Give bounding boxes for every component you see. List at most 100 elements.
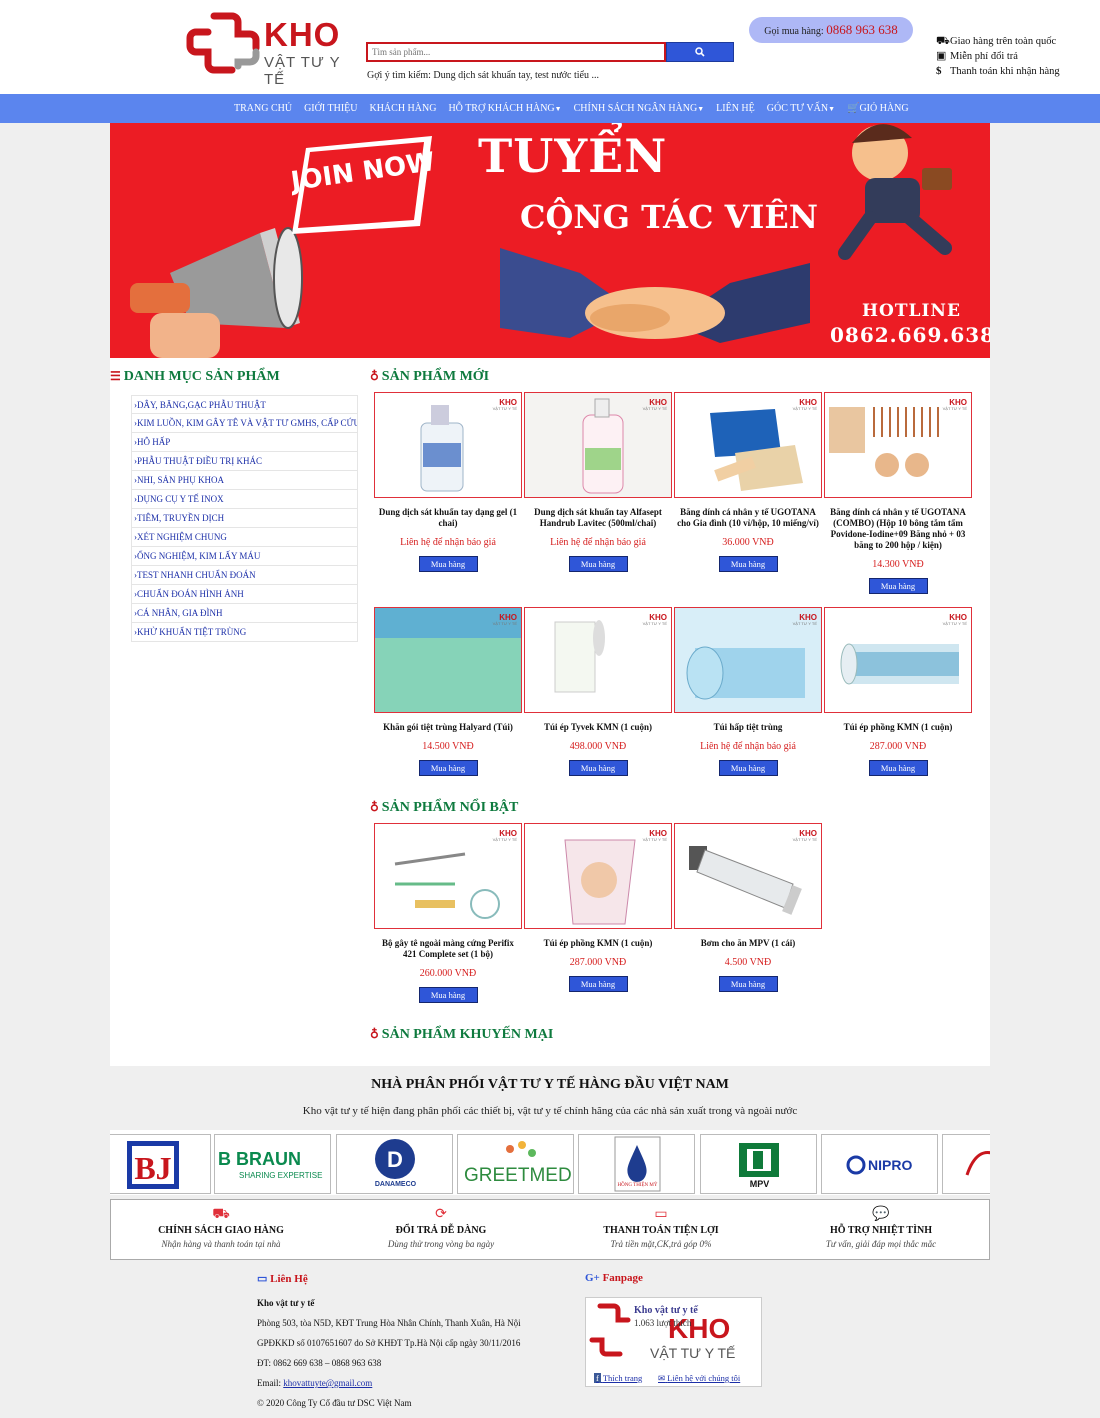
service-shipping[interactable]: ⛟ CHÍNH SÁCH GIAO HÀNG Nhận hàng và than… <box>111 1200 331 1259</box>
product-image[interactable]: KHO VẬT TƯ Y TẾ <box>674 392 822 498</box>
product-price: 498.000 VNĐ <box>569 741 627 752</box>
product-card[interactable]: KHO VẬT TƯ Y TẾ Băng dính cá nhân y tế UG… <box>824 392 972 594</box>
brand-logo[interactable]: B BRAUN SHARING EXPERTISE <box>214 1134 331 1194</box>
buy-button[interactable]: Mua hàng <box>418 760 478 776</box>
product-card[interactable]: KHO VẬT TƯ Y TẾ Dung dịch sát khuẩn tay d… <box>374 392 522 572</box>
nav-about[interactable]: GIỚI THIỆU <box>304 103 357 114</box>
contact-us-button[interactable]: ✉ Liên hệ với chúng tôi <box>658 1373 740 1384</box>
buy-button[interactable]: Mua hàng <box>418 556 478 572</box>
nav-cart[interactable]: 🛒GIỎ HÀNG <box>847 103 909 114</box>
nav-advice[interactable]: GÓC TƯ VẤN▼ <box>767 103 835 114</box>
category-item[interactable]: ›CHUẨN ĐOÁN HÌNH ẢNH <box>131 585 358 604</box>
category-item[interactable]: ›KIM LUỒN, KIM GÂY TÊ VÀ VẬT TƯ GMHS, CẤ… <box>131 414 358 433</box>
product-image[interactable]: KHO VẬT TƯ Y TẾ <box>524 392 672 498</box>
product-image[interactable]: KHO VẬT TƯ Y TẾ <box>374 823 522 929</box>
box-icon: ▣ <box>936 50 947 62</box>
category-item[interactable]: ›PHẪU THUẬT ĐIỀU TRỊ KHÁC <box>131 452 358 471</box>
brand-logo[interactable]: BJ <box>110 1134 211 1194</box>
category-item[interactable]: ›NHI, SẢN PHỤ KHOA <box>131 471 358 490</box>
brand-logo[interactable]: D DANAMECO <box>336 1134 453 1194</box>
buy-button[interactable]: Mua hàng <box>568 976 628 992</box>
brand-logo[interactable]: HỒNG THIỆN MỸ <box>578 1134 695 1194</box>
category-item[interactable]: ›TEST NHANH CHUẨN ĐOÁN <box>131 566 358 585</box>
product-card[interactable]: KHO VẬT TƯ Y TẾ Dung dịch sát khuẩn tay A… <box>524 392 672 572</box>
product-card[interactable]: KHO VẬT TƯ Y TẾ Túi hấp tiệt trùng Liên h… <box>674 607 822 776</box>
category-item[interactable]: ›DÂY, BĂNG,GẠC PHẪU THUẬT <box>131 395 358 414</box>
hotline-badge[interactable]: Gọi mua hàng: 0868 963 638 <box>749 17 913 43</box>
service-support[interactable]: 💬 HỖ TRỢ NHIỆT TÌNH Tư vấn, giải đáp mọi… <box>771 1200 991 1259</box>
product-name[interactable]: Bộ gây tê ngoài màng cứng Perifix 421 Co… <box>374 938 522 960</box>
product-name[interactable]: Khăn gói tiệt trùng Halyard (Túi) <box>374 722 522 733</box>
product-card[interactable]: KHO VẬT TƯ Y TẾ Túi ép phồng KMN (1 cuộn)… <box>824 607 972 776</box>
buy-button[interactable]: Mua hàng <box>868 760 928 776</box>
product-card[interactable]: KHO VẬT TƯ Y TẾ Túi ép Tyvek KMN (1 cuộn)… <box>524 607 672 776</box>
search-input[interactable] <box>366 42 666 62</box>
recruit-banner[interactable]: JOIN NOW TUYỂN CỘNG TÁC VIÊN HOTLINE 086… <box>110 123 990 358</box>
list-icon: ☰ <box>110 369 121 383</box>
nav-bank-policy[interactable]: CHÍNH SÁCH NGÂN HÀNG▼ <box>574 103 705 114</box>
product-name[interactable]: Băng dính cá nhân y tế UGOTANA cho Gia đ… <box>674 507 822 529</box>
product-image[interactable]: KHO VẬT TƯ Y TẾ <box>824 392 972 498</box>
buy-button[interactable]: Mua hàng <box>418 987 478 1003</box>
product-name[interactable]: Túi ép Tyvek KMN (1 cuộn) <box>524 722 672 733</box>
cart-icon: 🛒 <box>847 103 860 114</box>
nav-contact[interactable]: LIÊN HỆ <box>716 103 755 114</box>
product-image[interactable]: KHO VẬT TƯ Y TẾ <box>374 607 522 713</box>
nav-customers[interactable]: KHÁCH HÀNG <box>369 103 436 114</box>
brand-carousel[interactable]: BJ B BRAUN SHARING EXPERTISE D DANAMECO … <box>110 1130 990 1195</box>
buy-button[interactable]: Mua hàng <box>868 578 928 594</box>
category-item[interactable]: ›KHỬ KHUẨN TIỆT TRÙNG <box>131 623 358 642</box>
fanpage-widget[interactable]: KHO VẬT TƯ Y TẾ Kho vật tư y tế 1.063 lư… <box>585 1297 762 1387</box>
search-button[interactable] <box>666 42 734 62</box>
featured-products-heading: ♁ SẢN PHẨM NỔI BẬT <box>370 800 519 815</box>
like-page-button[interactable]: f Thích trang <box>594 1373 642 1383</box>
service-payment[interactable]: ▭ THANH TOÁN TIỆN LỢI Trả tiền mặt,CK,tr… <box>551 1200 771 1259</box>
chat-icon: 💬 <box>872 1207 890 1222</box>
category-item[interactable]: ›XÉT NGHIỆM CHUNG <box>131 528 358 547</box>
category-item[interactable]: ›DỤNG CỤ Y TẾ INOX <box>131 490 358 509</box>
category-item[interactable]: ›HÔ HẤP <box>131 433 358 452</box>
category-item[interactable]: ›ỐNG NGHIỆM, KIM LẤY MÁU <box>131 547 358 566</box>
product-card[interactable]: KHO VẬT TƯ Y TẾ Bộ gây tê ngoài màng cứng… <box>374 823 522 1003</box>
buy-button[interactable]: Mua hàng <box>718 976 778 992</box>
product-card[interactable]: KHO VẬT TƯ Y TẾ Băng dính cá nhân y tế UG… <box>674 392 822 572</box>
product-name[interactable]: Băng dính cá nhân y tế UGOTANA (COMBO) (… <box>824 507 972 551</box>
product-image[interactable]: KHO VẬT TƯ Y TẾ <box>824 607 972 713</box>
category-item[interactable]: ›CÁ NHÂN, GIA ĐÌNH <box>131 604 358 623</box>
buy-button[interactable]: Mua hàng <box>568 556 628 572</box>
product-name[interactable]: Bơm cho ăn MPV (1 cái) <box>674 938 822 949</box>
buy-button[interactable]: Mua hàng <box>718 760 778 776</box>
email-link[interactable]: khovattuyte@gmail.com <box>283 1378 372 1388</box>
product-name[interactable]: Dung dịch sát khuẩn tay dạng gel (1 chai… <box>374 507 522 529</box>
brand-logo[interactable]: NIPRO <box>821 1134 938 1194</box>
contact-heading: ▭ Liên Hệ <box>257 1273 308 1285</box>
product-image[interactable]: KHO VẬT TƯ Y TẾ <box>524 823 672 929</box>
feature-list: ⛟Giao hàng trên toàn quốc ▣ Miễn phí đổi … <box>936 34 1060 79</box>
product-card[interactable]: KHO VẬT TƯ Y TẾ Khăn gói tiệt trùng Halya… <box>374 607 522 776</box>
product-name[interactable]: Túi ép phồng KMN (1 cuộn) <box>824 722 972 733</box>
brand-logo[interactable]: MPV <box>700 1134 817 1194</box>
category-item[interactable]: ›TIÊM, TRUYỀN DỊCH <box>131 509 358 528</box>
fanpage-name[interactable]: Kho vật tư y tế <box>634 1305 698 1316</box>
nav-support[interactable]: HỖ TRỢ KHÁCH HÀNG▼ <box>448 103 561 114</box>
product-name[interactable]: Túi ép phồng KMN (1 cuộn) <box>524 938 672 949</box>
buy-button[interactable]: Mua hàng <box>568 760 628 776</box>
product-image[interactable]: KHO VẬT TƯ Y TẾ <box>674 823 822 929</box>
product-card[interactable]: KHO VẬT TƯ Y TẾ Túi ép phồng KMN (1 cuộn)… <box>524 823 672 992</box>
site-logo[interactable]: KHO VẬT TƯ Y TẾ <box>186 12 356 88</box>
product-image[interactable]: KHO VẬT TƯ Y TẾ <box>674 607 822 713</box>
product-image[interactable]: KHO VẬT TƯ Y TẾ <box>374 392 522 498</box>
product-price: 287.000 VNĐ <box>869 741 927 752</box>
service-return[interactable]: ⟳ ĐỔI TRẢ DỄ DÀNG Dùng thử trong vòng ba… <box>331 1200 551 1259</box>
stethoscope-icon: ♁ <box>370 369 379 383</box>
brand-logo[interactable]: GREETMED <box>457 1134 574 1194</box>
product-name[interactable]: Túi hấp tiệt trùng <box>674 722 822 733</box>
nav-home[interactable]: TRANG CHỦ <box>234 103 292 114</box>
hotline-number: 0868 963 638 <box>826 22 898 37</box>
product-name[interactable]: Dung dịch sát khuẩn tay Alfasept Handrub… <box>524 507 672 529</box>
distributor-subtitle: Kho vật tư y tế hiện đang phân phối các … <box>302 1105 798 1117</box>
product-card[interactable]: KHO VẬT TƯ Y TẾ Bơm cho ăn MPV (1 cái) 4.… <box>674 823 822 992</box>
brand-logo[interactable] <box>942 1134 990 1194</box>
product-image[interactable]: KHO VẬT TƯ Y TẾ <box>524 607 672 713</box>
buy-button[interactable]: Mua hàng <box>718 556 778 572</box>
